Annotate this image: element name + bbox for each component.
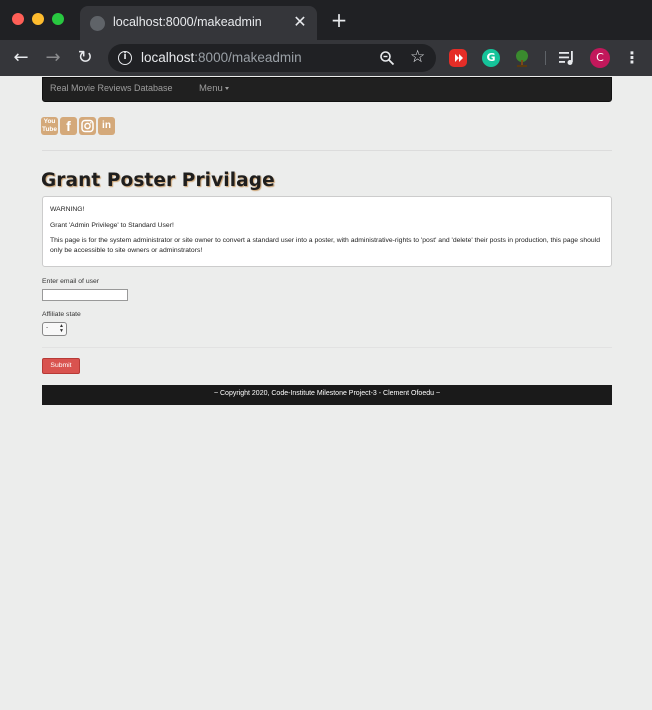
email-field[interactable]: [42, 289, 128, 301]
navbar-brand[interactable]: Real Movie Reviews Database: [50, 83, 173, 93]
browser-titlebar: localhost:8000/makeadmin ✕ +: [0, 0, 652, 40]
submit-button[interactable]: Submit: [42, 358, 80, 374]
divider: [42, 347, 612, 348]
warning-line1: Grant 'Admin Privilege' to Standard User…: [50, 221, 174, 229]
back-icon[interactable]: ←: [10, 47, 32, 69]
url-path: :8000/makeadmin: [194, 50, 302, 65]
warning-line2: This page is for the system administrato…: [50, 237, 600, 254]
close-icon[interactable]: ✕: [291, 13, 309, 31]
close-window-button[interactable]: [12, 13, 24, 25]
site-navbar: Real Movie Reviews Database Menu: [42, 77, 612, 102]
navbar-menu-dropdown[interactable]: Menu: [199, 83, 229, 94]
linkedin-icon[interactable]: in: [98, 117, 115, 135]
caret-down-icon: [224, 86, 229, 90]
youtube-icon[interactable]: You Tube: [41, 117, 58, 135]
instagram-icon[interactable]: [79, 117, 96, 135]
warning-title: WARNING!: [50, 206, 85, 213]
minimize-window-button[interactable]: [32, 13, 44, 25]
reload-icon[interactable]: ↻: [74, 47, 96, 69]
tree-extension-icon[interactable]: [513, 49, 531, 67]
new-tab-icon[interactable]: +: [329, 10, 349, 30]
profile-avatar[interactable]: C: [590, 48, 610, 68]
browser-tab[interactable]: localhost:8000/makeadmin ✕: [80, 6, 317, 40]
facebook-icon[interactable]: f: [60, 117, 77, 135]
menu-kebab-icon[interactable]: ⋮: [624, 48, 640, 68]
forward-icon[interactable]: →: [42, 47, 64, 69]
menu-label: Menu: [199, 83, 223, 94]
maximize-window-button[interactable]: [52, 13, 64, 25]
star-icon[interactable]: ☆: [410, 48, 425, 66]
affiliate-select[interactable]: - ▲ ▼: [42, 322, 67, 336]
select-arrows-icon: ▲ ▼: [59, 323, 64, 334]
toolbar-separator: [545, 51, 546, 65]
media-control-icon[interactable]: [558, 49, 576, 67]
page-footer: ~ Copyright 2020, Code-Institute Milesto…: [42, 385, 612, 405]
social-links: You Tube f in: [41, 117, 115, 136]
tab-title: localhost:8000/makeadmin: [113, 15, 262, 29]
divider: [42, 150, 612, 151]
url-text[interactable]: localhost:8000/makeadmin: [141, 50, 302, 65]
affiliate-selected-value: -: [46, 324, 49, 331]
page-title: Grant Poster Privilage: [41, 170, 275, 191]
url-host: localhost: [141, 50, 195, 65]
info-icon[interactable]: i: [118, 51, 132, 65]
warning-panel: WARNING! Grant 'Admin Privilege' to Stan…: [42, 196, 612, 267]
affiliate-label: Affiliate state: [42, 311, 81, 318]
browser-toolbar: ← → ↻ i localhost:8000/makeadmin ☆ G C ⋮: [0, 40, 652, 76]
globe-icon: [90, 16, 105, 31]
grammarly-extension-icon[interactable]: G: [482, 49, 500, 67]
zoom-icon[interactable]: [379, 50, 395, 66]
address-bar[interactable]: i localhost:8000/makeadmin ☆: [108, 44, 436, 72]
email-label: Enter email of user: [42, 278, 100, 285]
youtube-extension-icon[interactable]: [449, 49, 467, 67]
